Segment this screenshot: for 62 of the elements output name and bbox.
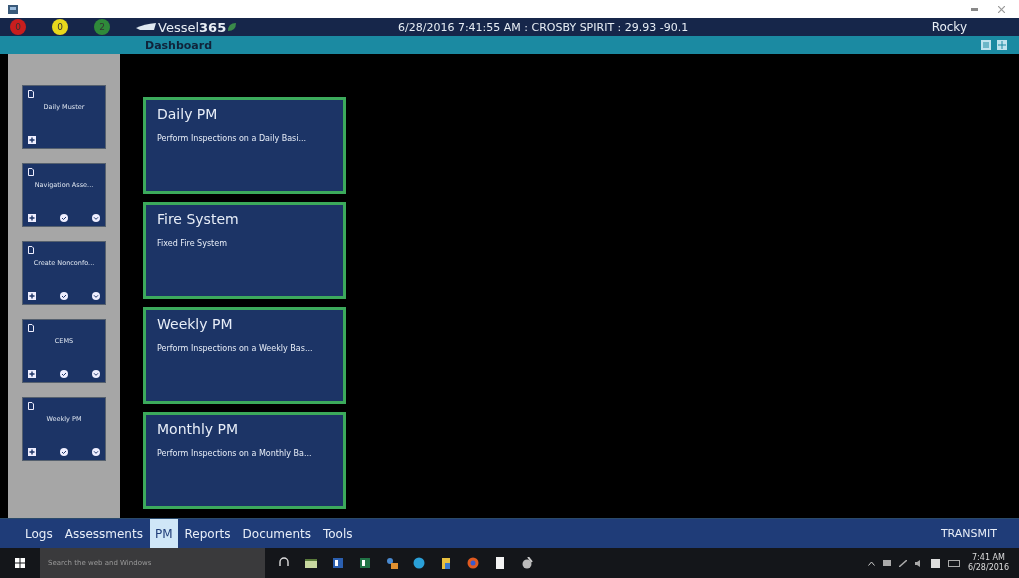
paint-icon[interactable]	[521, 557, 533, 569]
chevron-down-icon[interactable]	[92, 370, 100, 378]
plus-icon[interactable]	[28, 214, 36, 222]
check-icon[interactable]	[60, 214, 68, 222]
tile-description: Fixed Fire System	[157, 238, 228, 250]
document-icon	[28, 246, 34, 254]
status-text: 6/28/2016 7:41:55 AM : CROSBY SPIRIT : 29.93 -90.1	[398, 20, 690, 34]
plus-icon[interactable]	[28, 370, 36, 378]
tray-icon[interactable]	[882, 560, 891, 566]
user-name[interactable]: Rocky	[931, 20, 967, 34]
tile-description: Perform Inspections on a Daily Basi...	[157, 133, 308, 145]
nav-tab[interactable]: Assessments	[59, 519, 148, 548]
tile-title: Monthly PM	[157, 421, 240, 437]
dashboard-tile[interactable]: Monthly PM Perform Inspections on a Monthly Ba...	[143, 412, 346, 509]
people-icon[interactable]	[386, 557, 398, 569]
transmit-button[interactable]: TRANSMIT	[934, 526, 1003, 541]
nav-tab[interactable]: Reports	[179, 519, 236, 548]
nav-tab[interactable]: Logs	[20, 519, 58, 548]
tile-title: Fire System	[157, 211, 240, 227]
check-icon[interactable]	[60, 370, 68, 378]
headset-icon[interactable]	[278, 557, 290, 569]
start-icon[interactable]	[15, 558, 25, 568]
check-icon[interactable]	[60, 292, 68, 300]
chevron-down-icon[interactable]	[92, 214, 100, 222]
globe-icon[interactable]	[413, 557, 425, 569]
browser-icon[interactable]	[467, 557, 479, 569]
plus-icon[interactable]	[28, 136, 36, 144]
page-title: Dashboard	[145, 38, 213, 52]
document-icon	[28, 90, 34, 98]
chevron-up-icon[interactable]	[867, 560, 875, 566]
check-icon[interactable]	[60, 448, 68, 456]
plus-icon[interactable]	[28, 448, 36, 456]
app-icon	[8, 4, 18, 14]
dashboard-tile[interactable]: Daily PM Perform Inspections on a Daily Basi...	[143, 97, 346, 194]
tile-title: Daily PM	[157, 106, 219, 122]
nav-tab[interactable]: PM	[149, 519, 178, 548]
tile-description: Perform Inspections on a Monthly Ba...	[157, 448, 313, 460]
document-icon[interactable]	[332, 557, 344, 569]
leaf-icon	[228, 23, 237, 31]
document-icon	[28, 168, 34, 176]
tile-title: Weekly PM	[157, 316, 234, 332]
ship-icon	[136, 23, 156, 31]
dashboard-tile[interactable]: Fire System Fixed Fire System	[143, 202, 346, 299]
spreadsheet-icon[interactable]	[359, 557, 371, 569]
chevron-down-icon[interactable]	[92, 448, 100, 456]
note-icon[interactable]	[494, 557, 506, 569]
tile-description: Perform Inspections on a Weekly Bas...	[157, 343, 314, 355]
keyboard-icon[interactable]	[947, 559, 960, 567]
chevron-down-icon[interactable]	[92, 292, 100, 300]
close-icon[interactable]	[998, 5, 1005, 13]
document-icon	[28, 324, 34, 332]
nav-tab[interactable]: Tools	[317, 519, 358, 548]
alert-count[interactable]: 0	[52, 19, 68, 35]
taskbar-clock[interactable]: 7:41 AM 6/28/2016	[967, 553, 1009, 573]
speaker-icon[interactable]	[914, 559, 923, 567]
app-logo: Vessel365	[158, 19, 227, 35]
folder-icon[interactable]	[440, 557, 452, 569]
plus-icon[interactable]	[28, 292, 36, 300]
window-icon[interactable]	[305, 557, 317, 569]
nav-tab[interactable]: Documents	[237, 519, 316, 548]
document-icon	[28, 402, 34, 410]
dashboard-tile[interactable]: Weekly PM Perform Inspections on a Weekly Bas...	[143, 307, 346, 404]
